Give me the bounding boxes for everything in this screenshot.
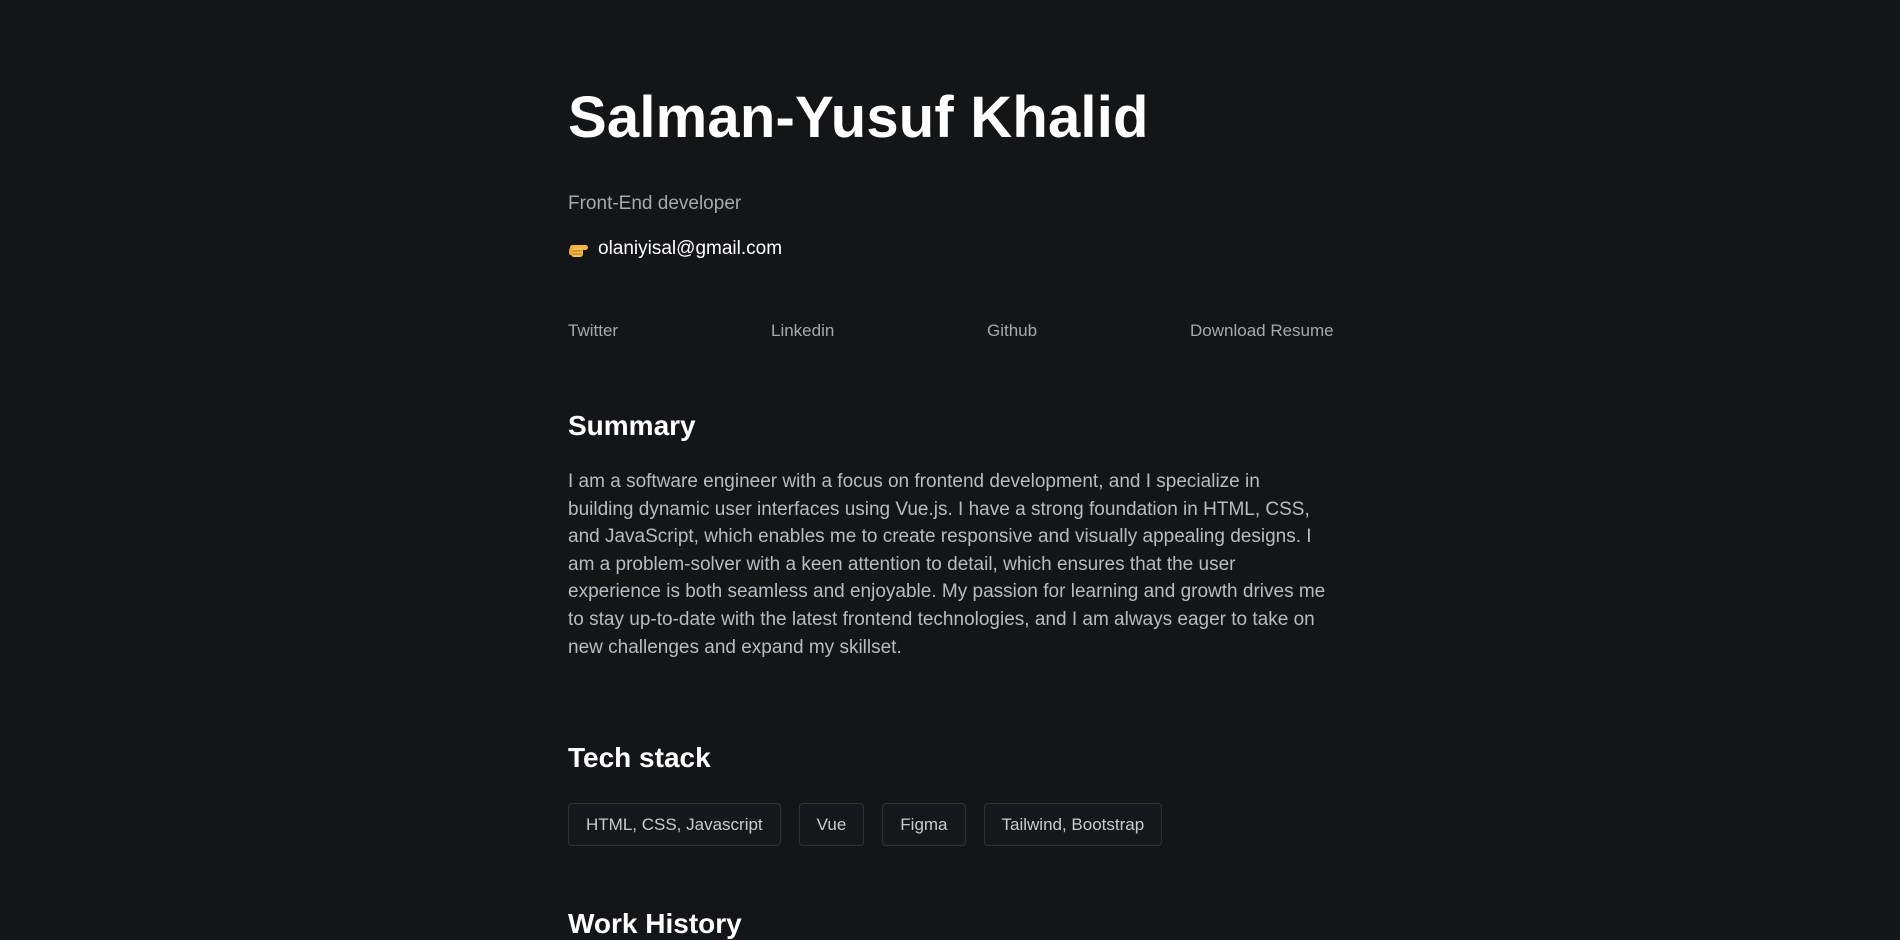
page-title: Salman-Yusuf Khalid xyxy=(568,85,1149,150)
email-row: olaniyisal@gmail.com xyxy=(568,238,782,260)
tech-tag-html-css-js: HTML, CSS, Javascript xyxy=(568,803,781,846)
pointing-hand-icon xyxy=(568,238,590,260)
tech-stack-tags: HTML, CSS, Javascript Vue Figma Tailwind… xyxy=(568,803,1163,846)
tech-tag-figma: Figma xyxy=(882,803,966,846)
linkedin-link[interactable]: Linkedin xyxy=(771,321,834,341)
email-link[interactable]: olaniyisal@gmail.com xyxy=(598,238,782,260)
summary-text: I am a software engineer with a focus on… xyxy=(568,471,1326,658)
github-link[interactable]: Github xyxy=(987,321,1037,341)
social-links: Twitter Linkedin Github Download Resume xyxy=(568,321,1338,345)
summary-heading: Summary xyxy=(568,410,696,441)
tech-stack-heading: Tech stack xyxy=(568,742,711,773)
job-title: Front-End developer xyxy=(568,193,742,214)
tech-tag-tailwind-bootstrap: Tailwind, Bootstrap xyxy=(983,803,1163,846)
work-history-heading: Work History xyxy=(568,908,742,939)
tech-tag-vue: Vue xyxy=(798,803,865,846)
download-resume-link[interactable]: Download Resume xyxy=(1190,321,1334,341)
twitter-link[interactable]: Twitter xyxy=(568,321,618,341)
